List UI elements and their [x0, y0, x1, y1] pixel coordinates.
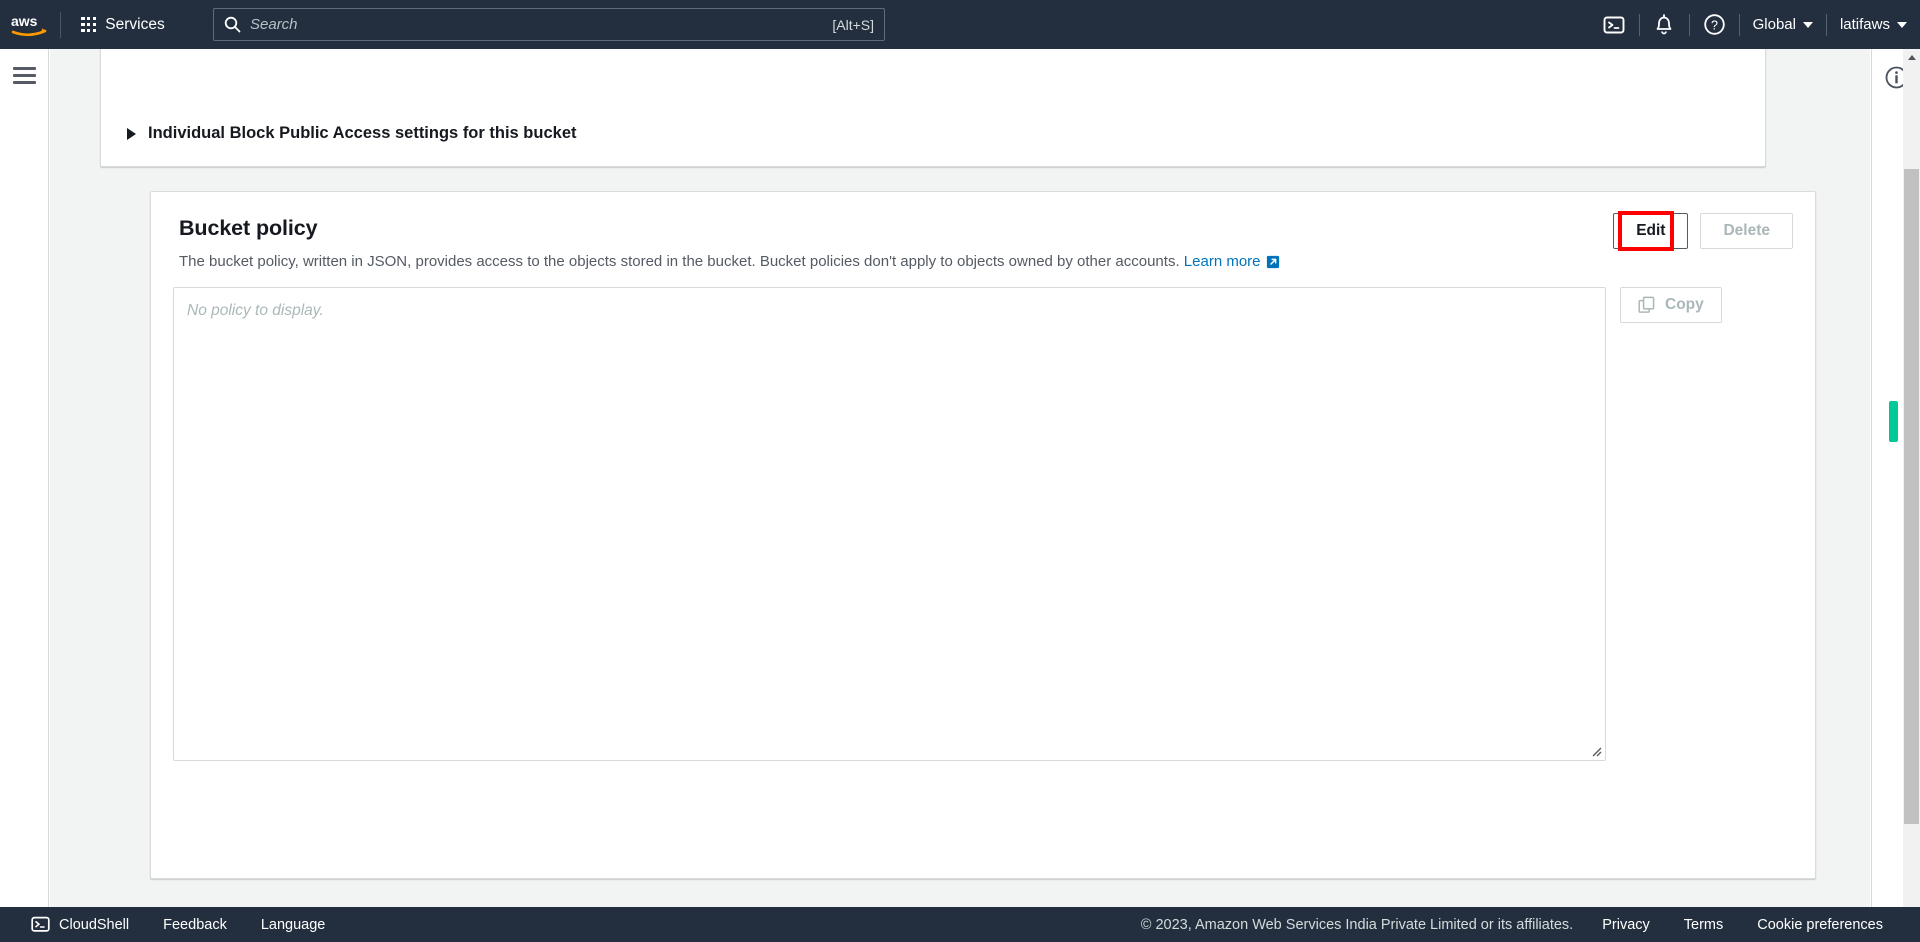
services-label: Services	[105, 15, 165, 33]
bucket-policy-description-text: The bucket policy, written in JSON, prov…	[179, 253, 1180, 270]
main-content-area: Individual Block Public Access settings …	[50, 49, 1870, 942]
cloudshell-icon	[1603, 16, 1625, 33]
help-button[interactable]: ?	[1690, 0, 1739, 49]
scrollbar-thumb[interactable]	[1904, 169, 1919, 824]
region-label: Global	[1752, 16, 1796, 33]
chevron-up-icon	[1907, 55, 1916, 60]
cloudshell-icon	[31, 916, 50, 932]
left-rail	[0, 49, 49, 942]
footer-feedback-button[interactable]: Feedback	[146, 907, 244, 942]
aws-logo[interactable]: aws	[0, 0, 58, 49]
footer-right-group: © 2023, Amazon Web Services India Privat…	[1141, 907, 1900, 942]
nav-right-group: ? Global latifaws	[1590, 0, 1920, 49]
footer-language-button[interactable]: Language	[244, 907, 343, 942]
page-title: Bucket policy	[179, 216, 318, 240]
account-label: latifaws	[1839, 16, 1890, 33]
footer-privacy-link[interactable]: Privacy	[1585, 907, 1667, 942]
bucket-policy-body: No policy to display. Copy	[151, 287, 1815, 878]
policy-placeholder-text: No policy to display.	[187, 302, 324, 319]
global-search-bar[interactable]: Search [Alt+S]	[213, 8, 885, 41]
footer-terms-link[interactable]: Terms	[1667, 907, 1740, 942]
search-shortcut-hint: [Alt+S]	[832, 16, 874, 33]
resize-handle-icon[interactable]	[1590, 745, 1602, 757]
scroll-up-button[interactable]	[1903, 49, 1920, 66]
hamburger-menu-icon[interactable]	[13, 67, 36, 84]
copy-button[interactable]: Copy	[1620, 287, 1722, 323]
edit-button-wrapper: Edit	[1613, 211, 1689, 251]
footer-left-group: CloudShell Feedback Language	[0, 907, 342, 942]
cloudshell-button[interactable]	[1590, 0, 1639, 49]
learn-more-link[interactable]: Learn more	[1184, 252, 1280, 272]
top-navigation-bar: aws Services Search [Alt+S] ? Global lat…	[0, 0, 1920, 49]
copy-icon	[1638, 296, 1655, 313]
search-input[interactable]: Search	[250, 16, 832, 33]
grid-icon	[81, 16, 97, 33]
learn-more-label: Learn more	[1183, 253, 1261, 270]
footer-cloudshell-button[interactable]: CloudShell	[14, 907, 146, 942]
page-scrollbar[interactable]	[1903, 49, 1920, 942]
footer-bar: CloudShell Feedback Language © 2023, Ama…	[0, 907, 1920, 942]
block-public-access-label: Individual Block Public Access settings …	[148, 124, 577, 142]
notifications-button[interactable]	[1640, 0, 1689, 49]
nav-divider	[60, 11, 61, 38]
bucket-policy-description: The bucket policy, written in JSON, prov…	[179, 252, 1787, 272]
svg-text:?: ?	[1711, 19, 1718, 33]
bell-icon	[1656, 14, 1672, 35]
chevron-down-icon	[1897, 21, 1907, 28]
edit-button[interactable]: Edit	[1613, 213, 1689, 249]
search-icon	[224, 16, 241, 33]
question-circle-icon: ?	[1703, 14, 1725, 35]
policy-textarea[interactable]: No policy to display.	[173, 287, 1606, 761]
policy-editor-row: No policy to display. Copy	[173, 287, 1793, 761]
bucket-policy-header: Bucket policy The bucket policy, written…	[151, 192, 1815, 284]
block-public-access-card: Individual Block Public Access settings …	[100, 49, 1766, 167]
svg-text:aws: aws	[11, 13, 38, 29]
footer-copyright: © 2023, Amazon Web Services India Privat…	[1140, 916, 1574, 933]
copy-label: Copy	[1665, 296, 1704, 313]
aws-logo-icon: aws	[11, 13, 46, 36]
footer-cloudshell-label: CloudShell	[59, 916, 130, 933]
delete-button[interactable]: Delete	[1700, 213, 1793, 249]
bucket-policy-card: Bucket policy The bucket policy, written…	[150, 191, 1816, 879]
bucket-policy-actions: Edit Delete	[1613, 211, 1793, 251]
block-public-access-expander[interactable]: Individual Block Public Access settings …	[127, 124, 577, 143]
region-selector[interactable]: Global	[1740, 0, 1826, 49]
chevron-right-icon	[127, 127, 136, 140]
account-menu[interactable]: latifaws	[1827, 0, 1920, 49]
chevron-down-icon	[1802, 21, 1813, 28]
scroll-position-marker	[1889, 401, 1898, 442]
services-menu-button[interactable]: Services	[70, 7, 176, 42]
footer-cookie-preferences-link[interactable]: Cookie preferences	[1740, 907, 1900, 942]
external-link-icon	[1266, 255, 1279, 268]
